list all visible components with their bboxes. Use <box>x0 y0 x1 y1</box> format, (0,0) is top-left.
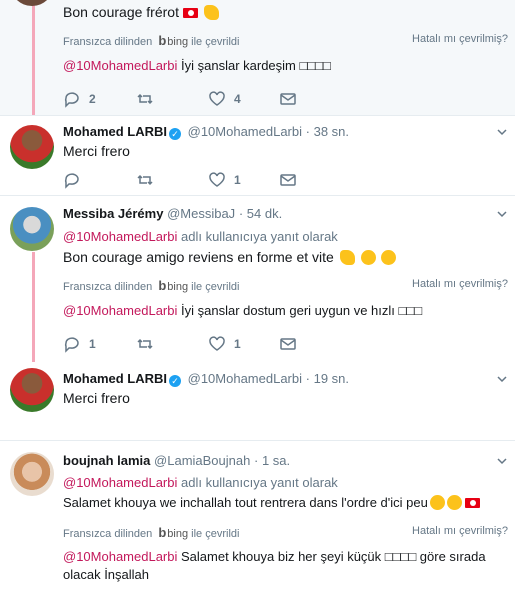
heart-icon <box>209 91 225 106</box>
reply-icon <box>64 92 79 108</box>
replying-to: @10MohamedLarbi adlı kullanıcıya yanıt o… <box>63 475 338 490</box>
tunisia-flag-emoji <box>182 8 198 18</box>
tunisia-flag-emoji <box>465 498 481 508</box>
heart-icon <box>209 336 225 351</box>
winking-face-emoji <box>429 495 445 510</box>
display-name[interactable]: Mohamed LARBI <box>63 124 167 139</box>
chevron-down-icon[interactable] <box>497 456 507 466</box>
translation-wrong-link[interactable]: Hatalı mı çevrilmiş? <box>412 278 508 290</box>
tweet-1[interactable]: Mohamed LARBI ✓ @10MohamedLarbi · 38 sn. … <box>0 116 515 195</box>
mention-link[interactable]: @10MohamedLarbi <box>63 58 177 73</box>
flexed-biceps-emoji <box>339 250 355 265</box>
handle[interactable]: @MessibaJ <box>167 206 235 221</box>
translated-text: @10MohamedLarbi İyi şanslar kardeşim □□□… <box>63 58 331 73</box>
tweet-header: Messiba Jérémy @MessibaJ · 54 dk. <box>63 206 283 221</box>
winking-face-emoji <box>446 495 462 510</box>
display-name[interactable]: Messiba Jérémy <box>63 206 163 221</box>
tweet-2[interactable]: Messiba Jérémy @MessibaJ · 54 dk. @10Moh… <box>0 196 515 362</box>
retweet-icon <box>137 174 153 186</box>
timestamp[interactable]: 1 sa. <box>262 453 290 468</box>
retweet-icon <box>137 93 153 105</box>
avatar[interactable] <box>10 125 54 169</box>
envelope-icon <box>280 174 296 186</box>
mention-link[interactable]: @10MohamedLarbi <box>63 549 177 564</box>
verified-badge-icon: ✓ <box>169 375 181 387</box>
envelope-icon <box>280 93 296 105</box>
translated-text: @10MohamedLarbi İyi şanslar dostum geri … <box>63 303 423 318</box>
replying-to: @10MohamedLarbi adlı kullanıcıya yanıt o… <box>63 229 338 244</box>
hugging-face-emoji <box>360 250 376 265</box>
handle[interactable]: @10MohamedLarbi <box>188 124 302 139</box>
reply-icon <box>64 337 79 353</box>
tweet-header: Mohamed LARBI ✓ @10MohamedLarbi · 38 sn. <box>63 124 350 140</box>
display-name[interactable]: boujnah lamia <box>63 453 150 468</box>
tweet-3[interactable]: Mohamed LARBI ✓ @10MohamedLarbi · 19 sn. … <box>0 362 515 440</box>
translation-wrong-link[interactable]: Hatalı mı çevrilmiş? <box>412 525 508 537</box>
reply-icon <box>64 173 79 189</box>
chevron-down-icon[interactable] <box>497 127 507 137</box>
heart-icon <box>209 172 225 187</box>
mention-link[interactable]: @10MohamedLarbi <box>63 303 177 318</box>
translated-text: @10MohamedLarbi Salamet khouya biz her ş… <box>63 549 486 564</box>
bing-icon: b <box>158 278 167 293</box>
avatar[interactable] <box>10 0 54 6</box>
translation-wrong-link[interactable]: Hatalı mı çevrilmiş? <box>412 33 508 45</box>
chevron-down-icon[interactable] <box>497 374 507 384</box>
avatar[interactable] <box>10 368 54 412</box>
display-name[interactable]: Mohamed LARBI <box>63 371 167 386</box>
translated-text-line2: olacak İnşallah <box>63 567 149 582</box>
avatar[interactable] <box>10 207 54 251</box>
handle[interactable]: @LamiaBoujnah <box>154 453 250 468</box>
mention-link[interactable]: @10MohamedLarbi <box>63 229 177 244</box>
chevron-down-icon[interactable] <box>497 209 507 219</box>
thread-line <box>32 252 35 362</box>
tweet-text: Bon courage amigo reviens en forme et vi… <box>63 249 397 265</box>
bing-icon: b <box>158 525 167 540</box>
handle[interactable]: @10MohamedLarbi <box>188 371 302 386</box>
retweet-icon <box>137 338 153 350</box>
tweet-text: Salamet khouya we inchallah tout rentrer… <box>63 495 481 510</box>
timestamp[interactable]: 54 dk. <box>247 206 282 221</box>
tweet-text: Bon courage frérot <box>63 4 219 20</box>
tweet-0[interactable]: Bon courage frérot Fransızca dilinden bb… <box>0 0 515 115</box>
mention-link[interactable]: @10MohamedLarbi <box>63 475 177 490</box>
avatar[interactable] <box>10 452 54 496</box>
tweet-4[interactable]: boujnah lamia @LamiaBoujnah · 1 sa. @10M… <box>0 441 515 602</box>
tweet-header: boujnah lamia @LamiaBoujnah · 1 sa. <box>63 453 291 468</box>
tweet-header: Mohamed LARBI ✓ @10MohamedLarbi · 19 sn. <box>63 371 350 387</box>
bing-icon: b <box>158 33 167 48</box>
envelope-icon <box>280 338 296 350</box>
timestamp[interactable]: 38 sn. <box>314 124 349 139</box>
winking-face-emoji <box>381 250 397 265</box>
flexed-biceps-emoji <box>203 5 219 20</box>
tweet-text: Merci frero <box>63 143 130 159</box>
thread-line <box>32 0 35 115</box>
tweet-text: Merci frero <box>63 390 130 406</box>
timestamp[interactable]: 19 sn. <box>314 371 349 386</box>
verified-badge-icon: ✓ <box>169 128 181 140</box>
